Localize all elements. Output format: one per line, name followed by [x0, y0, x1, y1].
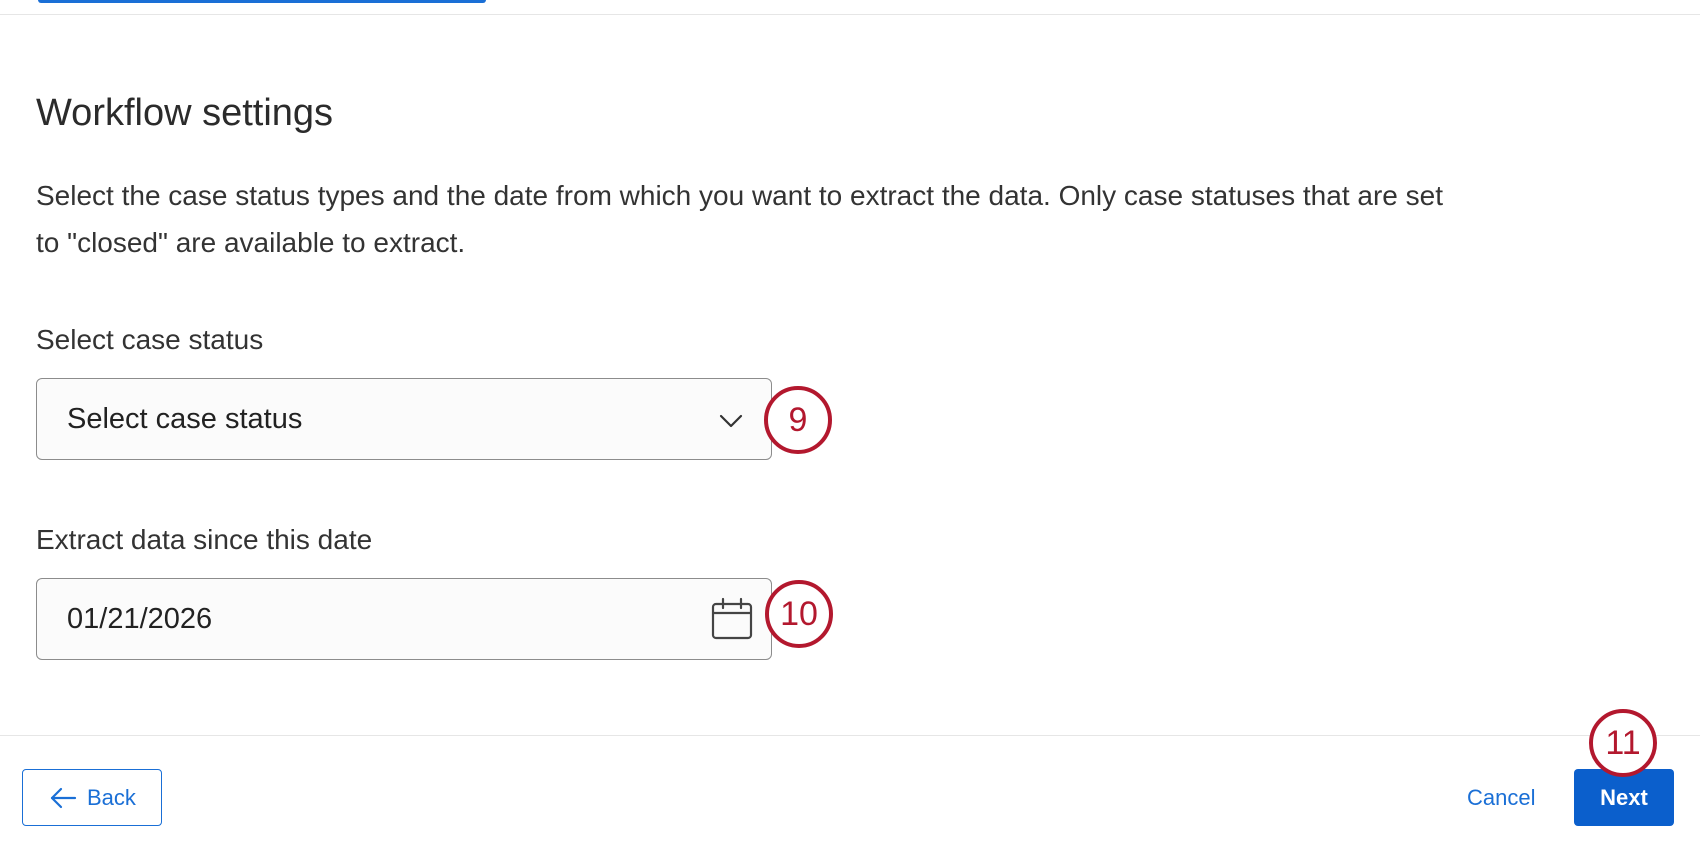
page-title: Workflow settings	[36, 92, 334, 134]
active-tab-indicator	[38, 0, 486, 3]
case-status-select[interactable]: Select case status	[36, 378, 772, 460]
back-button[interactable]: Back	[22, 769, 162, 826]
callout-step-11: 11	[1589, 709, 1657, 777]
footer-divider	[0, 735, 1700, 736]
case-status-label: Select case status	[36, 324, 264, 355]
case-status-value: Select case status	[67, 403, 303, 435]
chevron-down-icon	[719, 414, 743, 428]
workflow-settings-page: Workflow settings Select the case status…	[0, 0, 1700, 844]
top-divider	[0, 14, 1700, 15]
extract-date-input[interactable]: 01/21/2026	[36, 578, 772, 660]
calendar-icon[interactable]	[709, 597, 755, 641]
callout-step-9: 9	[764, 386, 832, 454]
cancel-button[interactable]: Cancel	[1467, 778, 1535, 818]
next-button[interactable]: Next	[1574, 769, 1674, 826]
back-button-label: Back	[87, 785, 136, 810]
extract-date-value: 01/21/2026	[67, 603, 213, 635]
callout-step-10: 10	[765, 580, 833, 648]
page-description: Select the case status types and the dat…	[36, 180, 1443, 258]
arrow-left-icon	[50, 787, 77, 809]
extract-date-label: Extract data since this date	[36, 524, 373, 555]
